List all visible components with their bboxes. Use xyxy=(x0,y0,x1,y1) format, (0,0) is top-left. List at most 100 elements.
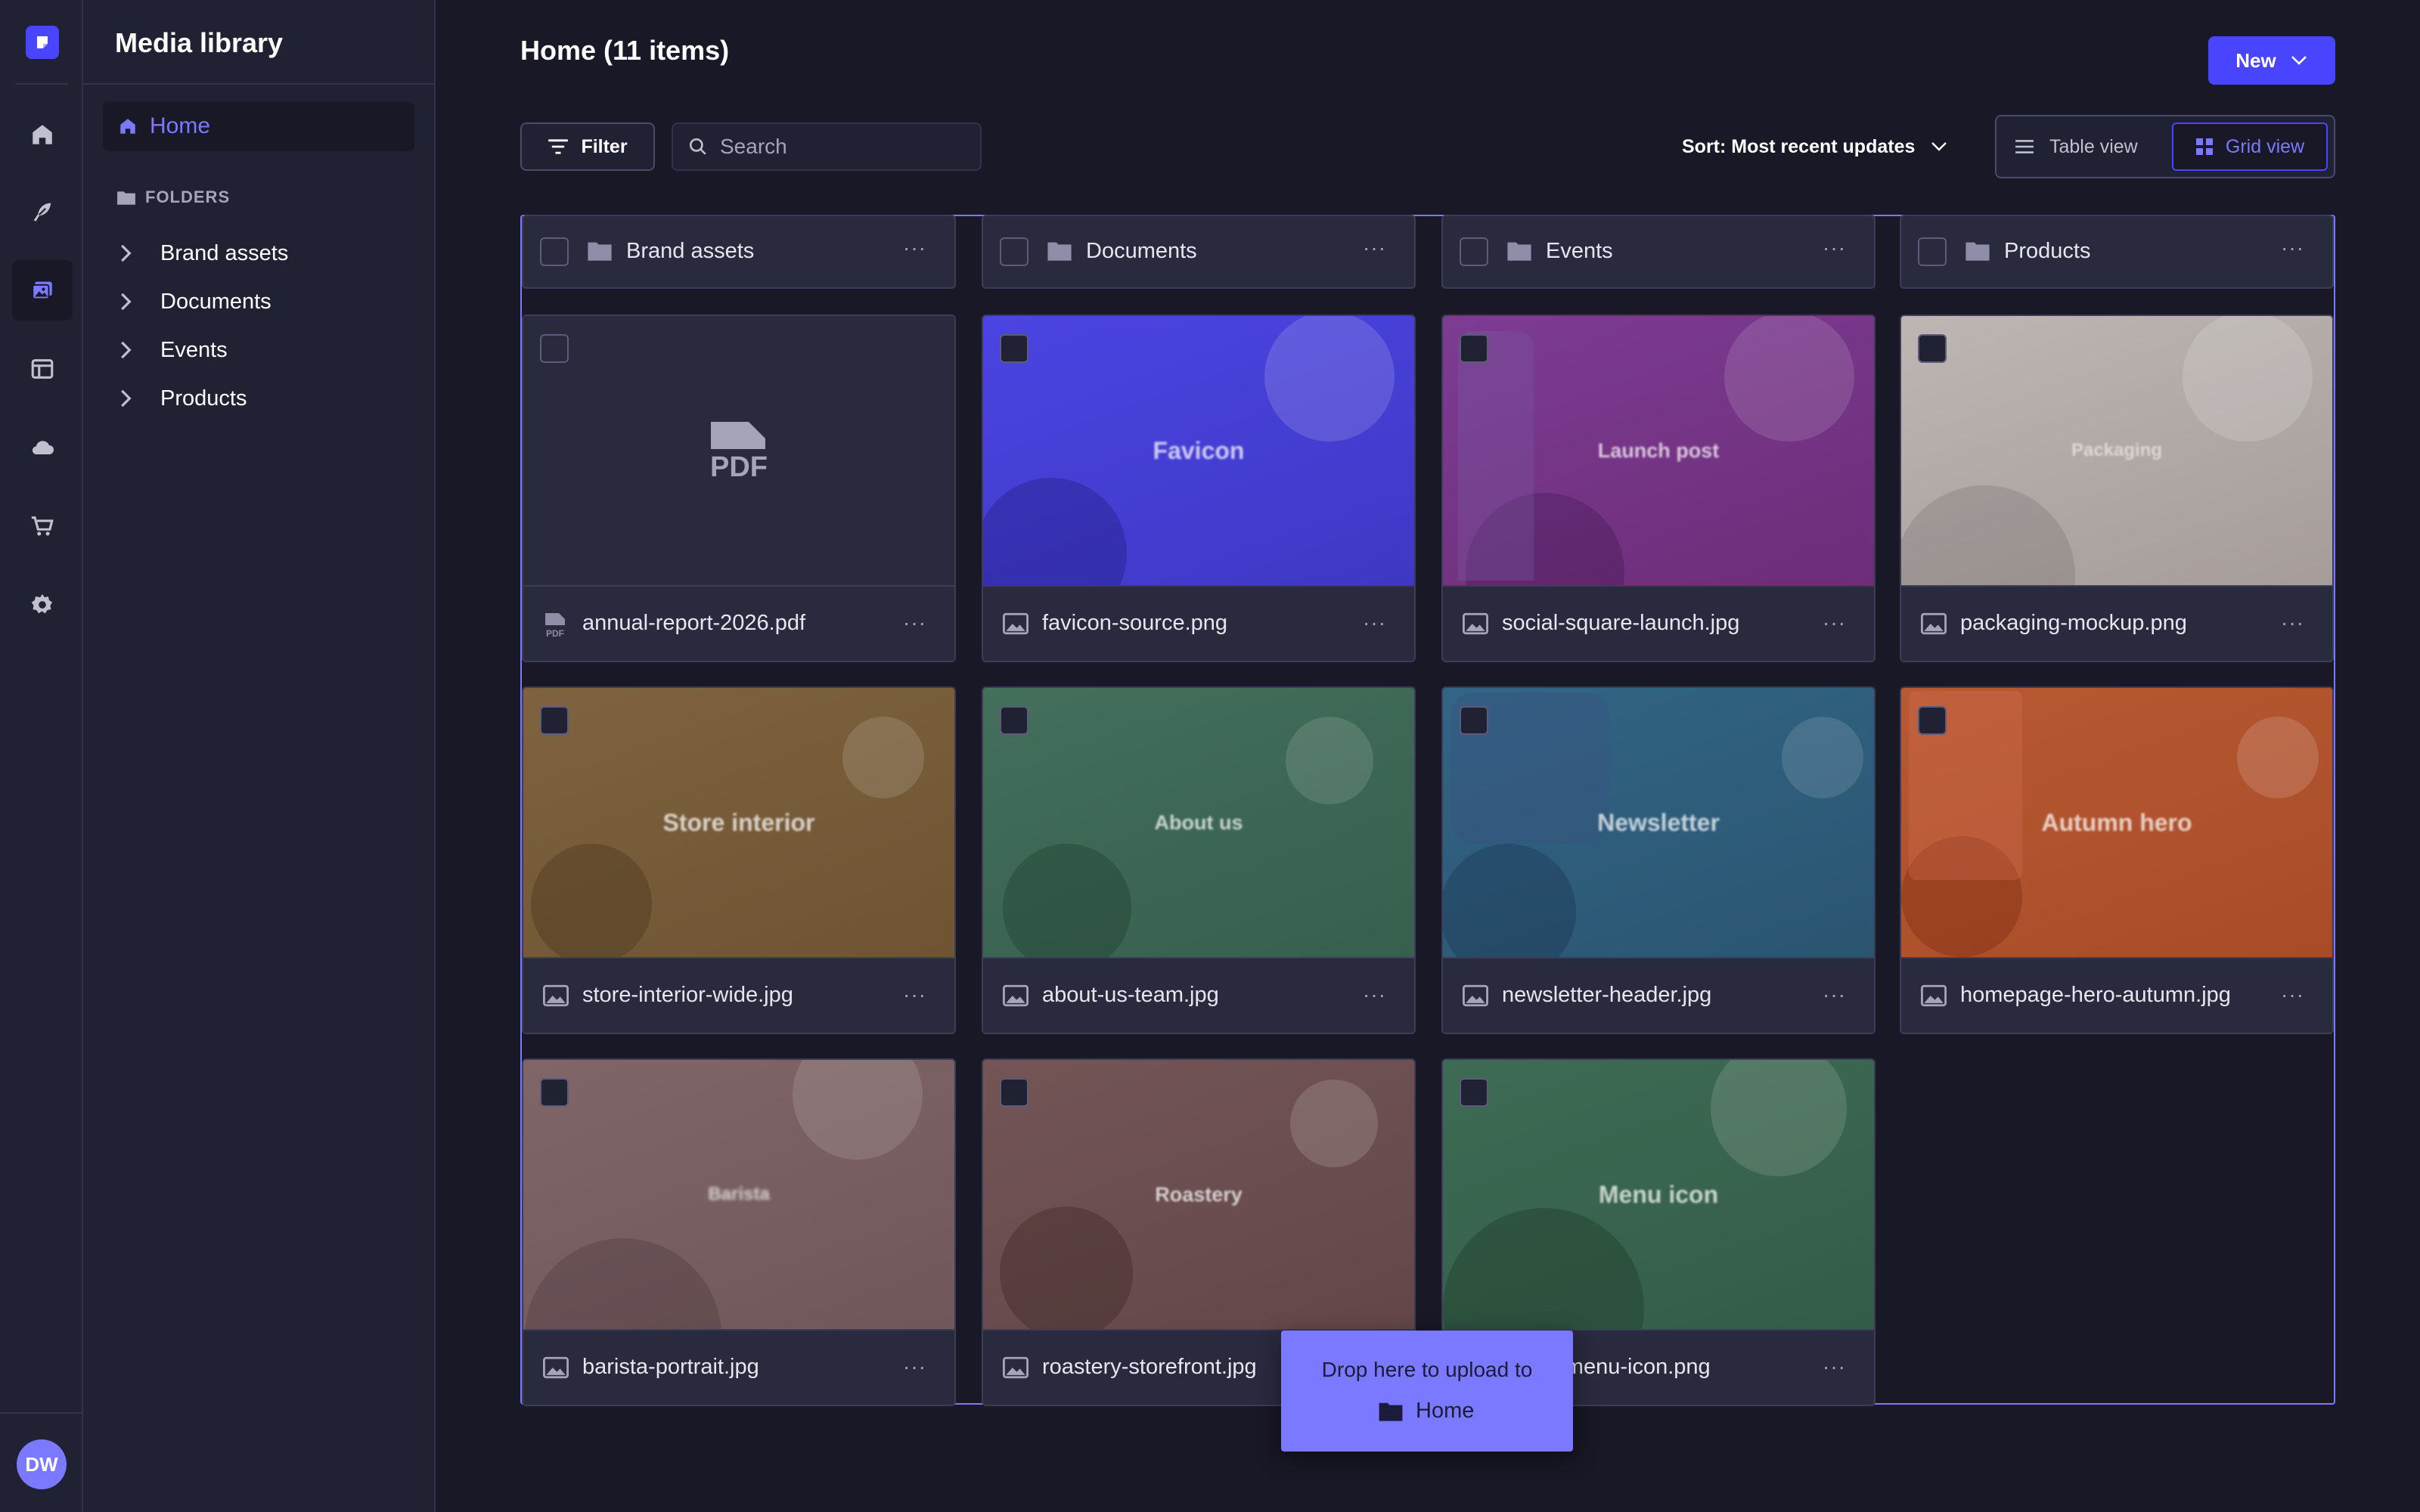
search-box[interactable] xyxy=(672,122,982,171)
select-checkbox[interactable] xyxy=(540,237,569,266)
cloud-icon[interactable] xyxy=(12,417,73,478)
folder-card[interactable]: Events ··· xyxy=(1441,215,1876,289)
table-view-label: Table view xyxy=(2049,135,2138,157)
more-actions-icon[interactable]: ··· xyxy=(903,984,926,1005)
sidebar-item-home[interactable]: Home xyxy=(103,101,414,151)
asset-thumbnail: Newsletter xyxy=(1443,688,1874,957)
pdf-icon: PDF xyxy=(545,613,565,638)
more-actions-icon[interactable]: ··· xyxy=(2281,984,2304,1005)
asset-file-name: annual-report-2026.pdf xyxy=(582,611,806,635)
image-icon xyxy=(1921,612,1947,635)
chevron-right-icon[interactable] xyxy=(119,389,133,408)
asset-card[interactable]: Packaging packaging-mockup.png ··· xyxy=(1900,314,2334,662)
more-actions-icon[interactable]: ··· xyxy=(1363,612,1386,634)
asset-thumbnail: Autumn hero xyxy=(1901,688,2332,957)
select-checkbox[interactable] xyxy=(1000,1078,1028,1107)
sidebar-title: Media library xyxy=(115,27,284,58)
asset-thumbnail: Packaging xyxy=(1901,316,2332,585)
select-checkbox[interactable] xyxy=(1918,334,1947,363)
asset-card[interactable]: About us about-us-team.jpg ··· xyxy=(982,686,1416,1034)
user-avatar[interactable]: DW xyxy=(17,1439,67,1489)
grid-icon xyxy=(2195,138,2213,155)
feather-icon[interactable] xyxy=(12,181,73,242)
sidebar-folder-events[interactable]: Events xyxy=(119,331,228,369)
asset-thumbnail: Launch post xyxy=(1443,316,1874,585)
chevron-right-icon[interactable] xyxy=(119,292,133,311)
sidebar-folder-documents[interactable]: Documents xyxy=(119,283,271,321)
main-nav-rail: DW xyxy=(0,0,83,1512)
select-checkbox[interactable] xyxy=(1460,706,1488,735)
more-actions-icon[interactable]: ··· xyxy=(903,612,926,634)
more-actions-icon[interactable]: ··· xyxy=(903,1356,926,1377)
sidebar-folder-label: Documents xyxy=(160,289,271,314)
grid-view-button[interactable]: Grid view xyxy=(2172,122,2328,171)
asset-thumbnail: Roastery xyxy=(983,1060,1414,1329)
rail-bottom-divider xyxy=(0,1412,83,1414)
asset-thumbnail: Favicon xyxy=(983,316,1414,585)
more-actions-icon[interactable]: ··· xyxy=(1823,984,1846,1005)
table-view-button[interactable]: Table view xyxy=(2015,127,2138,166)
more-actions-icon[interactable]: ··· xyxy=(2281,237,2304,259)
folder-card[interactable]: Documents ··· xyxy=(982,215,1416,289)
sidebar-folder-products[interactable]: Products xyxy=(119,380,247,417)
asset-card[interactable]: Newsletter newsletter-header.jpg ··· xyxy=(1441,686,1876,1034)
select-checkbox[interactable] xyxy=(1918,237,1947,266)
filter-button[interactable]: Filter xyxy=(520,122,655,171)
asset-card-footer: newsletter-header.jpg ··· xyxy=(1443,957,1874,1033)
select-checkbox[interactable] xyxy=(540,706,569,735)
more-actions-icon[interactable]: ··· xyxy=(1363,237,1386,259)
asset-card[interactable]: Favicon favicon-source.png ··· xyxy=(982,314,1416,662)
new-button[interactable]: New xyxy=(2208,36,2335,85)
select-checkbox[interactable] xyxy=(1460,1078,1488,1107)
asset-card-footer: barista-portrait.jpg ··· xyxy=(523,1329,954,1405)
asset-card[interactable]: Store interior store-interior-wide.jpg ·… xyxy=(522,686,956,1034)
sidebar-item-label: Home xyxy=(150,113,211,138)
asset-card[interactable]: Autumn hero homepage-hero-autumn.jpg ··· xyxy=(1900,686,2334,1034)
view-toggle: Table view Grid view xyxy=(1995,115,2335,178)
folder-card[interactable]: Brand assets ··· xyxy=(522,215,956,289)
select-checkbox[interactable] xyxy=(540,334,569,363)
select-checkbox[interactable] xyxy=(1000,237,1028,266)
asset-card[interactable]: Barista barista-portrait.jpg ··· xyxy=(522,1058,956,1406)
app-logo-icon[interactable] xyxy=(26,26,59,59)
asset-card[interactable]: PDF PDF annual-report-2026.pdf ··· xyxy=(522,314,956,662)
more-actions-icon[interactable]: ··· xyxy=(1363,984,1386,1005)
thumbnail-caption: Menu icon xyxy=(1598,1180,1719,1208)
layout-icon[interactable] xyxy=(12,339,73,399)
asset-file-name: packaging-mockup.png xyxy=(1960,611,2187,635)
more-actions-icon[interactable]: ··· xyxy=(1823,1356,1846,1377)
sort-dropdown[interactable]: Sort: Most recent updates xyxy=(1682,130,1948,163)
cart-icon[interactable] xyxy=(12,496,73,556)
chevron-down-icon xyxy=(2291,56,2307,65)
media-icon[interactable] xyxy=(12,260,73,321)
chevron-right-icon[interactable] xyxy=(119,243,133,263)
more-actions-icon[interactable]: ··· xyxy=(2281,612,2304,634)
home-icon[interactable] xyxy=(12,104,73,165)
asset-file-name: favicon-source.png xyxy=(1042,611,1228,635)
chevron-right-icon[interactable] xyxy=(119,340,133,360)
select-checkbox[interactable] xyxy=(1000,334,1028,363)
grid-view-label: Grid view xyxy=(2225,135,2305,157)
asset-file-name: homepage-hero-autumn.jpg xyxy=(1960,983,2231,1007)
folder-icon xyxy=(1965,242,1990,261)
gear-icon[interactable] xyxy=(12,575,73,635)
image-icon xyxy=(1463,984,1488,1007)
asset-thumbnail: Store interior xyxy=(523,688,954,957)
select-checkbox[interactable] xyxy=(1460,237,1488,266)
select-checkbox[interactable] xyxy=(1918,706,1947,735)
folders-heading: FOLDERS xyxy=(116,187,230,207)
media-library-sidebar: Media library Home FOLDERS Brand assets … xyxy=(83,0,436,1512)
select-checkbox[interactable] xyxy=(540,1078,569,1107)
select-checkbox[interactable] xyxy=(1000,706,1028,735)
pdf-file-icon: PDF xyxy=(710,422,768,481)
folder-icon xyxy=(1507,242,1531,261)
search-input[interactable] xyxy=(720,135,962,159)
folder-card[interactable]: Products ··· xyxy=(1900,215,2334,289)
asset-card[interactable]: Launch post social-square-launch.jpg ··· xyxy=(1441,314,1876,662)
more-actions-icon[interactable]: ··· xyxy=(903,237,926,259)
more-actions-icon[interactable]: ··· xyxy=(1823,612,1846,634)
sidebar-folder-brand-assets[interactable]: Brand assets xyxy=(119,234,288,272)
more-actions-icon[interactable]: ··· xyxy=(1823,237,1846,259)
select-checkbox[interactable] xyxy=(1460,334,1488,363)
search-icon xyxy=(689,138,706,155)
